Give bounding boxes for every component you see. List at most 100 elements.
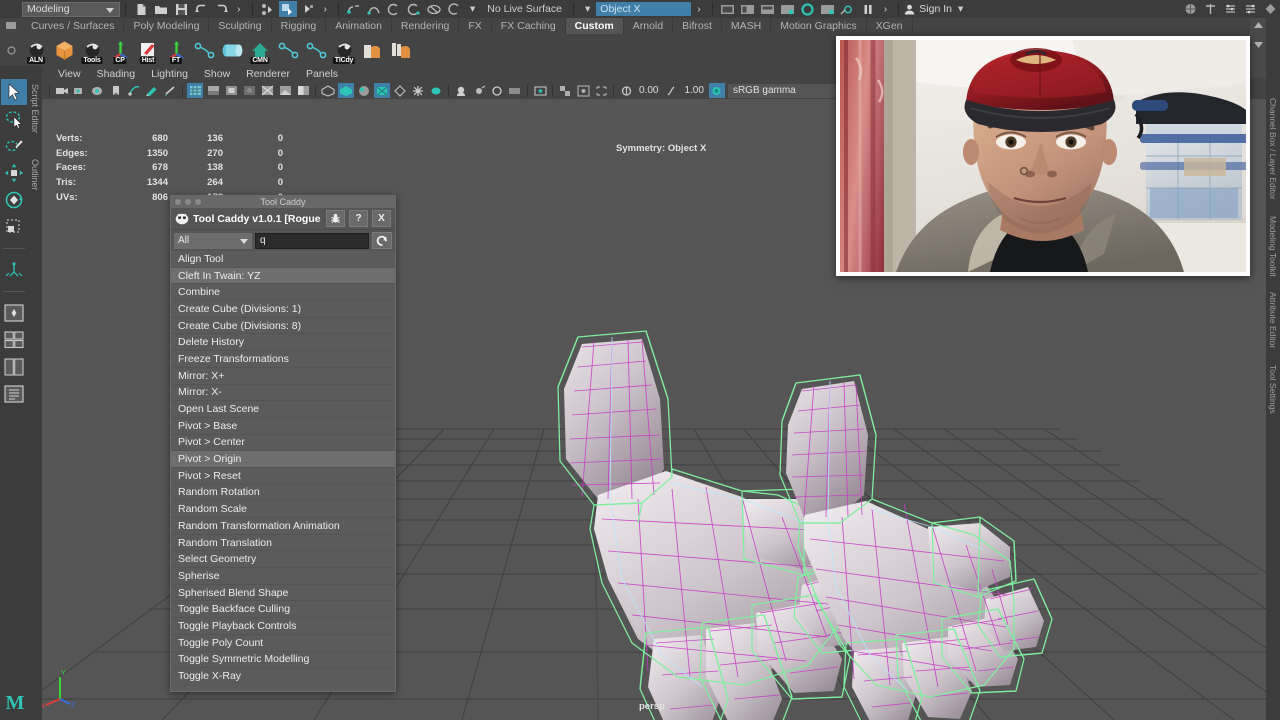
viewport-settings-icon[interactable]	[575, 83, 591, 98]
cmn-shelf-icon[interactable]: CMN	[247, 35, 273, 65]
tool-caddy-titlebar[interactable]: Tool Caddy	[171, 196, 395, 208]
color-management-icon[interactable]	[708, 83, 725, 98]
open-scene-icon[interactable]	[152, 1, 170, 17]
paint-select-tool-icon[interactable]	[1, 133, 27, 159]
four-pane-layout-icon[interactable]	[1, 327, 27, 353]
workspace-switch-icon[interactable]	[1261, 1, 1279, 17]
viewport-menu-renderer[interactable]: Renderer	[238, 68, 298, 80]
shelf-tab-animation[interactable]: Animation	[326, 18, 392, 34]
viewport-menu-lighting[interactable]: Lighting	[143, 68, 196, 80]
right-tab-attribute-editor[interactable]: Attribute Editor	[1266, 284, 1280, 356]
last-tool-icon[interactable]	[1, 257, 27, 283]
bug-report-button[interactable]	[326, 210, 345, 227]
refresh-button[interactable]	[372, 232, 392, 249]
status-collapse-3[interactable]: ›	[691, 3, 707, 15]
shelf-tab-custom[interactable]: Custom	[565, 18, 624, 34]
tool-caddy-item[interactable]: Random Translation	[171, 535, 395, 552]
object-field-caret[interactable]: ▾	[579, 3, 596, 15]
snap-to-view-plane-icon[interactable]	[425, 1, 443, 17]
tool-caddy-item[interactable]: Spherised Blend Shape	[171, 585, 395, 602]
viewport-menu-view[interactable]: View	[50, 68, 89, 80]
orange-shelf-icon-2[interactable]	[387, 35, 413, 65]
tab-outliner[interactable]: Outliner	[28, 153, 42, 197]
move-tool-icon[interactable]	[1, 160, 27, 186]
ticdy-shelf-icon[interactable]: TICdy	[331, 35, 357, 65]
right-panel-scrollbar[interactable]	[1250, 18, 1266, 78]
lighting-display-icon[interactable]	[295, 83, 311, 98]
shelf-tab-rendering[interactable]: Rendering	[392, 18, 460, 34]
scroll-up-arrow[interactable]	[1253, 22, 1263, 28]
channel-box-icon[interactable]	[1221, 1, 1239, 17]
show-hide-editors-icon-4[interactable]	[779, 1, 797, 17]
node-shelf-icon-2[interactable]	[275, 35, 301, 65]
show-lights-icon[interactable]	[410, 83, 426, 98]
gamma-value[interactable]: 1.00	[680, 85, 707, 96]
smooth-shade-selected-icon[interactable]	[223, 83, 239, 98]
tool-caddy-item[interactable]: Toggle Poly Count	[171, 635, 395, 652]
shelf-tab-bifrost[interactable]: Bifrost	[673, 18, 722, 34]
image-plane-icon[interactable]	[108, 83, 124, 98]
exposure-value[interactable]: 0.00	[635, 85, 662, 96]
xray-active-components-icon[interactable]	[489, 83, 505, 98]
redo-icon[interactable]	[212, 1, 230, 17]
shelf-tab-mash[interactable]: MASH	[722, 18, 772, 34]
tool-caddy-item[interactable]: Spherise	[171, 568, 395, 585]
node-shelf-icon-1[interactable]	[191, 35, 217, 65]
playback-record-icon[interactable]	[799, 1, 817, 17]
exposure-icon[interactable]	[618, 83, 634, 98]
ft-shelf-icon[interactable]: FT	[163, 35, 189, 65]
cp-shelf-icon[interactable]: CP	[107, 35, 133, 65]
show-hide-editors-icon-1[interactable]	[719, 1, 737, 17]
show-nurbs-icon[interactable]	[338, 83, 354, 98]
close-button[interactable]: X	[372, 210, 391, 227]
status-collapse-2[interactable]: ›	[318, 3, 334, 15]
tool-caddy-item[interactable]: Pivot > Origin	[171, 451, 395, 468]
rotate-tool-icon[interactable]	[1, 187, 27, 213]
show-joints-icon[interactable]	[392, 83, 408, 98]
tab-script-editor[interactable]: Script Editor	[28, 78, 42, 139]
tool-caddy-list[interactable]: Align Tool Cleft In Twain: YZ Combine Creat…	[171, 251, 395, 682]
snap-dropdown-caret[interactable]: ▾	[464, 3, 481, 15]
outliner-layout-icon[interactable]	[1, 381, 27, 407]
settings-gear-icon[interactable]	[839, 1, 857, 17]
pause-icon[interactable]	[859, 1, 877, 17]
workspace-icon[interactable]	[1181, 1, 1199, 17]
tool-caddy-item[interactable]: Random Rotation	[171, 485, 395, 502]
right-tab-tool-settings[interactable]: Tool Settings	[1266, 357, 1280, 422]
sign-in-caret[interactable]: ▾	[952, 3, 969, 15]
category-dropdown[interactable]: All	[174, 232, 252, 249]
show-hide-editors-icon-3[interactable]	[759, 1, 777, 17]
hist-shelf-icon[interactable]: Hist	[135, 35, 161, 65]
save-scene-icon[interactable]	[172, 1, 190, 17]
tool-caddy-item[interactable]: Create Cube (Divisions: 1)	[171, 301, 395, 318]
cube-shelf-icon[interactable]	[51, 35, 77, 65]
texture-display-icon[interactable]	[277, 83, 293, 98]
two-d-pan-zoom-icon[interactable]	[126, 83, 142, 98]
tool-caddy-item[interactable]: Open Last Scene	[171, 401, 395, 418]
viewport-menu-show[interactable]: Show	[196, 68, 238, 80]
tool-caddy-item[interactable]: Align Tool	[171, 251, 395, 268]
tool-caddy-item[interactable]: Pivot > Reset	[171, 468, 395, 485]
shelf-tab-fx[interactable]: FX	[459, 18, 492, 34]
shelf-tab-fx-caching[interactable]: FX Caching	[492, 18, 566, 34]
screenshot-icon[interactable]	[532, 83, 548, 98]
shelf-tab-xgen[interactable]: XGen	[867, 18, 913, 34]
tools-shelf-icon[interactable]: Tools	[79, 35, 105, 65]
tool-caddy-item[interactable]: Freeze Transformations	[171, 351, 395, 368]
viewport-menu-shading[interactable]: Shading	[89, 68, 144, 80]
shelf-tab-curves-surfaces[interactable]: Curves / Surfaces	[22, 18, 125, 34]
search-input[interactable]: q	[255, 232, 369, 249]
wireframe-on-shaded-icon[interactable]	[259, 83, 275, 98]
attributes-icon[interactable]	[1201, 1, 1219, 17]
bookmark-camera-icon[interactable]	[90, 83, 106, 98]
make-live-icon[interactable]	[445, 1, 463, 17]
lasso-select-tool-icon[interactable]	[1, 106, 27, 132]
gpu-cache-icon[interactable]	[557, 83, 573, 98]
tool-caddy-item[interactable]: Toggle Backface Culling	[171, 601, 395, 619]
snap-to-curve-icon[interactable]	[365, 1, 383, 17]
xray-toggle-icon[interactable]	[162, 83, 178, 98]
tool-caddy-item[interactable]: Random Transformation Animation	[171, 518, 395, 535]
camera-attributes-icon[interactable]	[72, 83, 88, 98]
node-shelf-icon-3[interactable]	[303, 35, 329, 65]
show-deformers-icon[interactable]	[356, 83, 372, 98]
